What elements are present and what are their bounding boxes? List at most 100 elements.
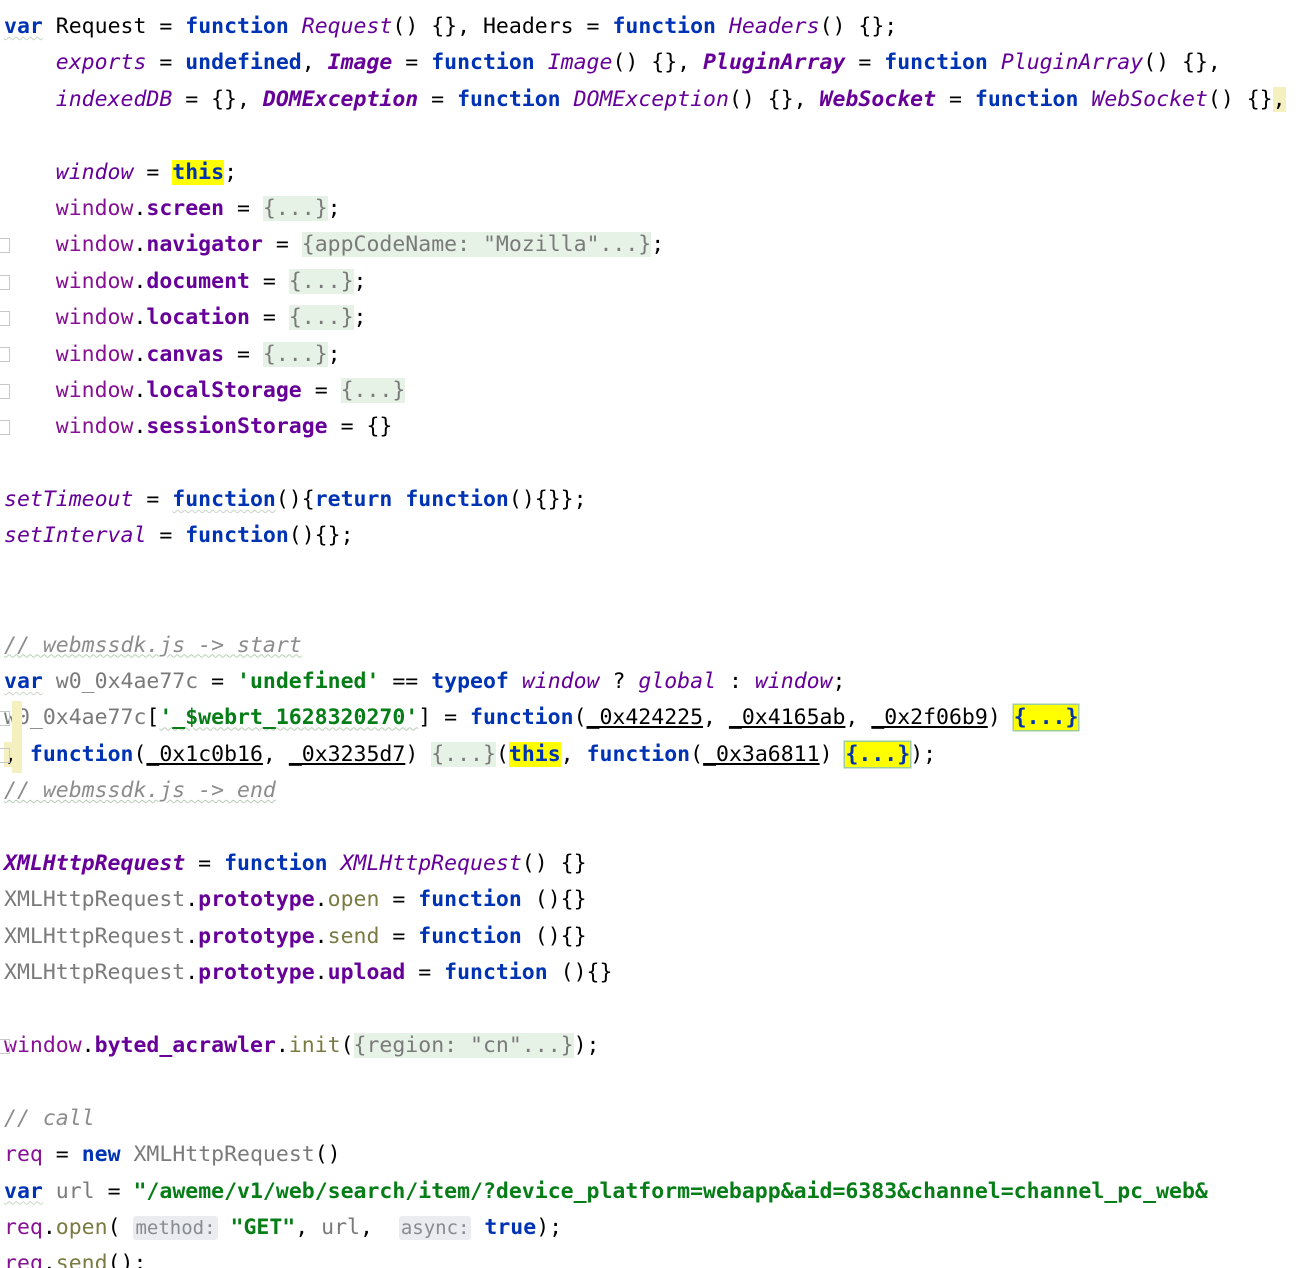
code-token: (: [340, 1032, 354, 1058]
code-token: init: [288, 1032, 341, 1058]
code-line[interactable]: window.sessionStorage = {}: [0, 409, 1314, 445]
code-token: .: [185, 960, 199, 986]
code-token: .: [133, 232, 147, 258]
code-token: async:: [398, 1215, 472, 1240]
code-token: .: [42, 1251, 56, 1268]
code-token: () {},: [612, 50, 704, 76]
code-token: prototype: [198, 887, 315, 913]
code-token: =: [133, 159, 173, 185]
code-token: {...}: [262, 195, 328, 221]
code-line[interactable]: XMLHttpRequest.prototype.send = function…: [0, 919, 1314, 955]
fold-toggle-icon[interactable]: [0, 347, 10, 363]
code-token: function: [185, 14, 289, 39]
code-line[interactable]: req.send();: [0, 1246, 1314, 1268]
code-line[interactable]: window = this;: [0, 155, 1314, 191]
code-line[interactable]: , function(_0x1c0b16, _0x3235d7) {...}(t…: [0, 737, 1314, 773]
code-line[interactable]: indexedDB = {}, DOMException = function …: [0, 82, 1314, 118]
code-token: =: [379, 923, 419, 949]
code-token: window: [55, 159, 134, 185]
code-line[interactable]: setTimeout = function(){return function(…: [0, 482, 1314, 518]
fold-toggle-icon[interactable]: [0, 420, 10, 436]
code-line[interactable]: window.localStorage = {...}: [0, 373, 1314, 409]
code-line[interactable]: [0, 118, 1314, 154]
code-token: (: [573, 705, 587, 731]
code-token: '_$webrt_1628320270': [159, 705, 419, 731]
fold-toggle-icon[interactable]: [0, 1038, 10, 1054]
code-token: {...}: [431, 741, 496, 767]
code-token: ,: [262, 741, 289, 767]
code-token: _0x1c0b16: [146, 741, 263, 767]
code-line[interactable]: setInterval = function(){};: [0, 518, 1314, 554]
code-token: =: [301, 377, 341, 403]
code-token: {...}: [288, 305, 354, 331]
code-line[interactable]: window.byted_acrawler.init({region: "cn"…: [0, 1028, 1314, 1064]
code-token: XMLHttpRequest: [4, 850, 186, 876]
code-token: XMLHttpRequest: [4, 887, 186, 913]
code-token: {...}: [1013, 705, 1079, 731]
code-line[interactable]: [0, 1064, 1314, 1100]
code-token: );: [536, 1214, 563, 1240]
code-token: =: [249, 305, 289, 331]
code-editor[interactable]: var Request = function Request() {}, Hea…: [0, 0, 1314, 1268]
code-line[interactable]: var Request = function Request() {}, Hea…: [0, 9, 1314, 45]
code-token: (){}: [521, 887, 587, 913]
code-line[interactable]: window.navigator = {appCodeName: "Mozill…: [0, 227, 1314, 263]
code-line[interactable]: XMLHttpRequest.prototype.upload = functi…: [0, 955, 1314, 991]
code-token: sessionStorage: [146, 414, 328, 440]
code-line[interactable]: XMLHttpRequest = function XMLHttpRequest…: [0, 846, 1314, 882]
code-line[interactable]: [0, 810, 1314, 846]
code-line[interactable]: [0, 555, 1314, 591]
code-line[interactable]: exports = undefined, Image = function Im…: [0, 45, 1314, 81]
code-token: () {},: [728, 86, 820, 112]
code-line[interactable]: window.location = {...};: [0, 300, 1314, 336]
code-line[interactable]: [0, 992, 1314, 1028]
code-token: ;: [353, 305, 367, 331]
code-token: =: [133, 487, 173, 513]
code-token: .: [133, 377, 147, 403]
code-line[interactable]: w0_0x4ae77c['_$webrt_1628320270'] = func…: [0, 700, 1314, 736]
code-token: .: [185, 887, 199, 913]
code-token: // webmssdk.js -> end: [4, 778, 276, 804]
code-token: function: [431, 50, 535, 76]
code-token: (): [314, 1142, 341, 1168]
code-line[interactable]: // call: [0, 1101, 1314, 1137]
code-token: window: [55, 268, 134, 294]
code-line[interactable]: [0, 446, 1314, 482]
code-token: ;: [832, 669, 846, 695]
code-token: function: [418, 923, 522, 949]
code-token: .: [314, 960, 328, 986]
code-line[interactable]: // webmssdk.js -> start: [0, 628, 1314, 664]
code-lines-container[interactable]: var Request = function Request() {}, Hea…: [0, 0, 1314, 1268]
code-line[interactable]: window.screen = {...};: [0, 191, 1314, 227]
code-token: =: [224, 341, 263, 367]
fold-toggle-icon[interactable]: [0, 238, 10, 254]
code-line[interactable]: req.open( method: "GET", url, async: tru…: [0, 1210, 1314, 1246]
code-line[interactable]: var w0_0x4ae77c = 'undefined' == typeof …: [0, 664, 1314, 700]
fold-toggle-icon[interactable]: [0, 711, 10, 727]
fold-toggle-icon[interactable]: [0, 747, 10, 763]
code-line[interactable]: [0, 591, 1314, 627]
code-token: .: [42, 1214, 56, 1240]
code-token: =: [573, 14, 613, 39]
code-line[interactable]: window.canvas = {...};: [0, 337, 1314, 373]
fold-toggle-icon[interactable]: [0, 274, 10, 290]
code-line[interactable]: // webmssdk.js -> end: [0, 773, 1314, 809]
selected-region-band: [12, 700, 22, 774]
code-token: setTimeout: [4, 487, 134, 513]
code-token: setInterval: [4, 523, 147, 549]
fold-toggle-icon[interactable]: [0, 383, 10, 399]
code-token: _0x424225: [586, 705, 704, 731]
code-line[interactable]: req = new XMLHttpRequest(): [0, 1137, 1314, 1173]
code-token: window: [55, 305, 134, 331]
code-line[interactable]: var url = "/aweme/v1/web/search/item/?de…: [0, 1174, 1314, 1210]
code-token: {...}: [340, 377, 406, 403]
code-token: window: [55, 377, 134, 403]
code-token: (){}: [547, 960, 613, 986]
fold-toggle-icon[interactable]: [0, 310, 10, 326]
code-line[interactable]: XMLHttpRequest.prototype.open = function…: [0, 882, 1314, 918]
code-token: .: [81, 1032, 95, 1058]
code-token: localStorage: [146, 377, 302, 403]
code-line[interactable]: window.document = {...};: [0, 264, 1314, 300]
code-token: "/aweme/v1/web/search/item/?device_platf…: [133, 1178, 1208, 1204]
